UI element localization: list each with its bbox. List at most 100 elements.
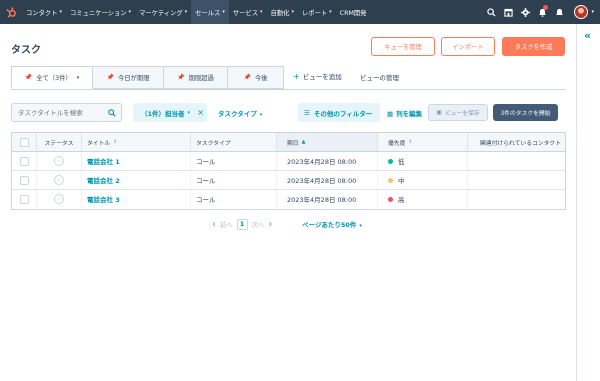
search-icon[interactable] xyxy=(483,0,500,24)
nav-item-label: セールス xyxy=(195,9,221,17)
nav-item-label: 自動化 xyxy=(270,9,290,17)
more-filters-label: その他のフィルター xyxy=(313,109,373,118)
close-icon[interactable]: × xyxy=(197,108,204,117)
search-icon[interactable] xyxy=(103,104,121,121)
columns-icon: ▦ xyxy=(387,110,394,118)
current-page-number[interactable]: 1 xyxy=(236,218,248,230)
row-checkbox[interactable] xyxy=(19,194,29,204)
per-page-dropdown[interactable]: ページあたり50件 ▾ xyxy=(302,219,362,229)
select-all-checkbox[interactable] xyxy=(19,137,29,147)
nav-item-label: コンタクト xyxy=(26,9,58,17)
nav-item-automation[interactable]: 自動化 ▾ xyxy=(267,0,298,24)
manage-views-link[interactable]: ビューの管理 xyxy=(360,72,399,82)
import-button[interactable]: インポート xyxy=(441,37,495,56)
column-header-title[interactable]: タイトル ⇕ xyxy=(82,133,191,151)
nav-item-label: コミュニケーション xyxy=(70,9,127,17)
nav-item-service[interactable]: サービス ▾ xyxy=(229,0,267,24)
manage-queues-button[interactable]: キューを管理 xyxy=(371,37,435,56)
tab-all[interactable]: 📌 全て（3件） ▾ xyxy=(11,66,93,89)
chevron-down-icon[interactable]: ▾ xyxy=(591,9,594,15)
next-page-button[interactable]: 次へ xyxy=(252,220,265,229)
complete-task-icon[interactable]: ✓ xyxy=(54,175,64,185)
more-filters-button[interactable]: ☰ その他のフィルター xyxy=(298,103,380,122)
tab-due-today[interactable]: 📌 今日が期限 xyxy=(93,66,164,89)
chevron-down-icon[interactable]: ▾ xyxy=(77,75,80,81)
nav-item-marketing[interactable]: マーケティング ▾ xyxy=(135,0,191,24)
create-task-button[interactable]: タスクを作成 xyxy=(502,37,565,56)
hubspot-sprocket-icon[interactable] xyxy=(0,0,22,24)
column-header-due-date[interactable]: 期日 ▲ xyxy=(277,133,378,151)
complete-task-icon[interactable]: ✓ xyxy=(54,156,64,166)
column-header-associated-contact[interactable]: 関連付けられているコンタクト xyxy=(468,133,565,151)
nav-item-reports[interactable]: レポート ▾ xyxy=(298,0,336,24)
task-title-link[interactable]: 電話会社 2 xyxy=(87,175,120,185)
tab-label: 期限超過 xyxy=(188,75,214,82)
sort-icon[interactable]: ⇕ xyxy=(408,139,412,145)
pin-icon: 📌 xyxy=(24,74,33,81)
priority-label: 低 xyxy=(398,158,405,166)
sort-ascending-icon[interactable]: ▲ xyxy=(302,139,306,145)
edit-columns-label: 列を編集 xyxy=(396,110,423,118)
search-input[interactable] xyxy=(12,108,103,117)
double-chevron-left-icon[interactable]: « xyxy=(584,29,591,42)
table-row[interactable]: ✓ 電話会社 2 コール 2023年4月28日 08:00 中 xyxy=(12,171,565,190)
status-cell: ✓ xyxy=(37,152,82,170)
task-title-link[interactable]: 電話会社 3 xyxy=(87,194,120,204)
nav-item-contacts[interactable]: コンタクト ▾ xyxy=(22,0,66,24)
tab-label: 今日が期限 xyxy=(118,75,150,82)
save-view-button[interactable]: ▣ ビューを保存 xyxy=(428,104,488,121)
table-row[interactable]: ✓ 電話会社 3 コール 2023年4月28日 08:00 高 xyxy=(12,190,565,209)
nav-item-sales[interactable]: セールス ▾ xyxy=(191,0,229,24)
add-view-link[interactable]: + ビューを追加 xyxy=(293,71,342,81)
nav-item-label: レポート xyxy=(301,9,328,17)
assignee-filter-chip[interactable]: （1件）担当者 ▾ × xyxy=(133,103,207,122)
chevron-right-icon[interactable]: › xyxy=(268,219,272,230)
task-title-search[interactable] xyxy=(11,103,122,122)
settings-gear-icon[interactable] xyxy=(517,0,534,24)
user-avatar[interactable] xyxy=(574,5,589,19)
notifications-bell-icon[interactable] xyxy=(534,0,551,24)
edit-columns-button[interactable]: ▦ 列を編集 xyxy=(387,108,422,118)
chevron-down-icon: ▾ xyxy=(59,9,62,15)
marketplace-icon[interactable] xyxy=(500,0,517,24)
column-header-task-type[interactable]: タスクタイプ xyxy=(191,133,277,151)
title-cell: 電話会社 1 xyxy=(82,152,191,170)
tab-upcoming[interactable]: 📌 今後 xyxy=(228,66,284,89)
table-row[interactable]: ✓ 電話会社 1 コール 2023年4月28日 08:00 低 xyxy=(12,152,565,171)
column-header-status[interactable]: ステータス xyxy=(37,133,82,151)
priority-low-dot-icon xyxy=(388,158,393,164)
tasks-table: ステータス タイトル ⇕ タスクタイプ 期日 ▲ 優先度 ⇕ 関連付けられているコンタ… xyxy=(11,132,566,210)
nav-item-label: マーケティング xyxy=(139,9,183,17)
help-icon[interactable] xyxy=(551,0,568,24)
task-type-dropdown[interactable]: タスクタイプ ▾ xyxy=(218,108,262,118)
chevron-left-icon[interactable]: ‹ xyxy=(212,219,216,230)
table-header: ステータス タイトル ⇕ タスクタイプ 期日 ▲ 優先度 ⇕ 関連付けられているコンタ… xyxy=(12,133,565,152)
tab-label: 今後 xyxy=(254,75,268,82)
title-cell: 電話会社 3 xyxy=(82,190,191,208)
row-checkbox[interactable] xyxy=(19,175,29,185)
task-title-link[interactable]: 電話会社 1 xyxy=(87,156,120,166)
status-cell: ✓ xyxy=(37,190,82,208)
associated-contact-cell xyxy=(468,171,565,189)
start-tasks-button[interactable]: 3件のタスクを開始 xyxy=(493,104,558,121)
nav-item-conversations[interactable]: コミュニケーション ▾ xyxy=(66,0,135,24)
column-header-priority[interactable]: 優先度 ⇕ xyxy=(378,133,468,151)
priority-cell: 中 xyxy=(378,171,468,189)
title-cell: 電話会社 2 xyxy=(82,171,191,189)
sort-icon[interactable]: ⇕ xyxy=(113,139,117,145)
priority-label: 中 xyxy=(398,177,405,185)
right-sidebar-rail: « xyxy=(576,24,600,381)
tab-overdue[interactable]: 📌 期限超過 xyxy=(164,66,228,89)
nav-item-crm-development[interactable]: CRM開発 xyxy=(336,0,371,24)
column-header-label: タイトル xyxy=(87,140,111,147)
due-date-cell: 2023年4月28日 08:00 xyxy=(277,190,378,208)
complete-task-icon[interactable]: ✓ xyxy=(54,194,64,204)
associated-contact-cell xyxy=(468,152,565,170)
row-select-cell xyxy=(12,152,37,170)
select-all-column xyxy=(12,133,37,151)
previous-page-button[interactable]: 前へ xyxy=(220,220,233,229)
row-checkbox[interactable] xyxy=(19,156,29,166)
due-date-cell: 2023年4月28日 08:00 xyxy=(277,171,378,189)
chevron-down-icon: ▾ xyxy=(259,112,263,118)
plus-icon: + xyxy=(293,72,300,81)
